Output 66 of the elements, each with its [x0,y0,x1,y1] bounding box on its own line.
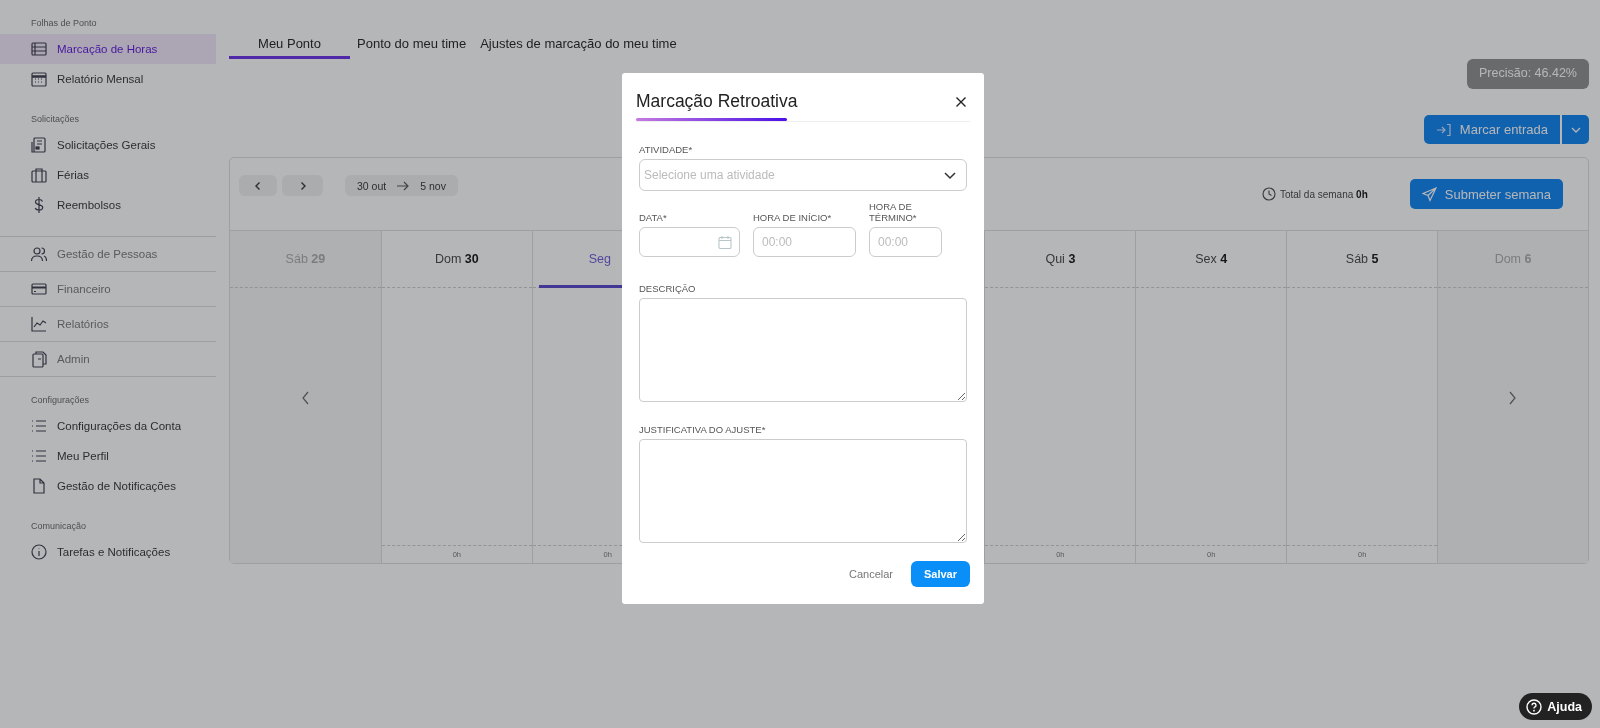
sidebar-item[interactable]: Tarefas e Notificações [0,537,216,567]
question-icon [1526,698,1543,715]
close-icon [955,95,967,108]
section-heading: Comunicação [30,521,88,533]
sidebar-item[interactable]: Relatórios [0,306,216,341]
date-range-pill[interactable]: 30 out 5 nov [345,175,458,196]
text-area[interactable] [639,439,967,544]
help-button[interactable]: Ajuda [1519,693,1592,720]
arrow-right-icon [396,179,411,192]
list-icon [30,447,48,465]
card-icon [30,280,48,298]
range-start: 30 out [357,179,387,192]
clipboard-icon [30,350,48,368]
sidebar-item[interactable]: Relatório Mensal [0,64,216,94]
sidebar-item[interactable]: Reembolsos [0,190,216,220]
day-header[interactable]: Dom 30 [434,252,479,266]
time-field[interactable]: 00:00 [869,227,942,258]
sidebar-item[interactable]: Férias [0,160,216,190]
sidebar-item[interactable]: Meu Perfil [0,441,216,471]
sidebar-item[interactable]: Solicitações Gerais [0,130,216,160]
field-label: ATIVIDADE* [639,144,694,156]
section-heading: Solicitações [30,114,81,126]
previous-week-button[interactable] [239,175,277,196]
info-icon [30,543,48,561]
send-icon [1421,186,1437,202]
range-end: 5 nov [420,179,446,192]
field-label: HORA DE TÉRMINO* [869,201,918,224]
chart-icon [30,315,48,333]
sidebar-item[interactable]: Configurações da Conta [0,411,216,441]
field-label: DATA* [639,212,668,224]
file-icon [30,477,48,495]
next-week-button[interactable] [282,175,323,196]
sidebar-item[interactable]: Financeiro [0,271,216,306]
field-label: HORA DE INÍCIO* [753,212,833,224]
calendar-icon [718,234,732,250]
day-header[interactable]: Seg [588,252,611,266]
text-area[interactable] [639,298,967,403]
section-heading: Configurações [30,395,91,407]
day-header[interactable]: Qui 3 [1045,252,1076,266]
section-heading: Folhas de Ponto [30,18,98,30]
sidebar-item[interactable]: Marcação de Horas [0,34,216,64]
sign-in-icon [1435,122,1452,137]
suitcase-icon [30,166,48,184]
tab[interactable]: Ajustes de marcação do meu time [473,31,684,59]
day-header[interactable]: Sáb 5 [1345,252,1379,266]
calendar-icon [30,70,48,88]
people-icon [30,245,48,263]
week-total-text: Total da semana 0h [1279,188,1368,200]
date-field[interactable] [639,227,740,258]
document-icon [30,136,48,154]
day-header[interactable]: Sex 4 [1195,252,1228,266]
time-field[interactable]: 00:00 [753,227,856,258]
modal-title: Marcação Retroativa [636,91,798,112]
cancel-button[interactable]: Cancelar [842,566,899,581]
dropdown-button[interactable] [1562,115,1589,144]
list-icon [30,417,48,435]
field-label: DESCRIÇÃO [639,283,697,295]
tab[interactable]: Ponto do meu time [350,31,474,59]
precision-badge: Precisão: 46.42% [1467,59,1589,89]
sidebar-item[interactable]: Gestão de Notificações [0,471,216,501]
field-label: JUSTIFICATIVA DO AJUSTE* [639,424,767,436]
clock-icon [1261,187,1276,201]
list-icon [30,40,48,58]
sidebar-item[interactable]: Admin [0,341,216,377]
sidebar-item[interactable]: Gestão de Pessoas [0,236,216,271]
tab[interactable]: Meu Ponto [229,31,350,59]
